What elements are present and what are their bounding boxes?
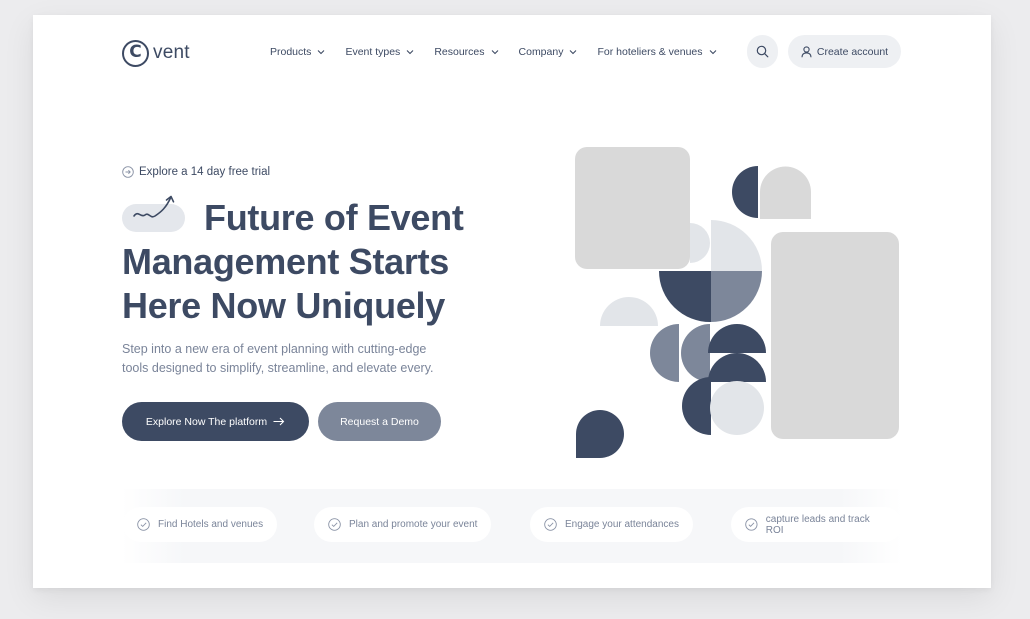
nav-item-label: Event types	[345, 46, 401, 58]
pale-half-dome	[600, 297, 658, 326]
trend-squiggle-badge	[122, 195, 185, 232]
free-trial-label: Explore a 14 day free trial	[139, 166, 271, 178]
search-button[interactable]	[747, 35, 778, 68]
hero-title-line-2: Management Starts	[122, 241, 449, 282]
feature-label: Engage your attendances	[565, 519, 679, 530]
navy-half-circle-bottom	[682, 377, 711, 435]
feature-pill-leads-roi[interactable]: capture leads and track ROI	[731, 507, 902, 542]
brand-logo[interactable]: C vent	[122, 39, 190, 67]
nav-item-label: Company	[518, 46, 564, 58]
pale-quarter-circle	[711, 220, 762, 271]
slate-half-circle-left	[650, 324, 679, 382]
nav-item-label: Products	[270, 46, 312, 58]
create-account-label: Create account	[816, 45, 889, 58]
create-account-button[interactable]: Create account	[788, 35, 901, 68]
check-circle-icon	[328, 518, 341, 531]
chevron-down-icon	[709, 50, 716, 55]
free-trial-link[interactable]: Explore a 14 day free trial	[122, 166, 270, 178]
hero-title: Future of Event Management Starts Here N…	[122, 195, 522, 328]
nav-item-label: Resources	[434, 46, 485, 58]
request-demo-label: Request a Demo	[340, 415, 419, 428]
slate-half-circle-right	[681, 324, 710, 382]
feature-label: Plan and promote your event	[349, 519, 478, 530]
features-strip: Find Hotels and venues Plan and promote …	[122, 489, 902, 563]
navy-quarter-circle	[659, 271, 711, 323]
user-icon	[801, 45, 812, 57]
hero-title-line-1: Future of Event	[122, 195, 522, 240]
feature-pill-engage[interactable]: Engage your attendances	[530, 507, 693, 542]
brand-name: vent	[153, 42, 190, 63]
hero-title-line-3: Here Now Uniquely	[122, 285, 445, 326]
arrow-circle-icon	[122, 166, 134, 178]
arrow-right-icon	[273, 417, 285, 426]
feature-pill-plan-promote[interactable]: Plan and promote your event	[314, 507, 492, 542]
gray-arch-top	[760, 166, 811, 219]
logo-mark: C	[122, 39, 149, 67]
search-icon	[756, 45, 769, 58]
nav-item-label: For hoteliers & venues	[597, 46, 703, 58]
logo-mark-letter: C	[129, 42, 142, 62]
chevron-down-icon	[570, 50, 577, 55]
feature-label: capture leads and track ROI	[765, 513, 870, 536]
check-circle-icon	[745, 518, 758, 531]
nav-item-event-types[interactable]: Event types	[345, 46, 414, 58]
trend-arrow-icon	[133, 195, 175, 218]
chevron-down-icon	[318, 50, 325, 55]
gray-rounded-block-top	[575, 147, 690, 269]
feature-pill-hotels[interactable]: Find Hotels and venues	[123, 507, 278, 542]
hero-title-text-1: Future of Event	[204, 197, 464, 238]
navy-dome-lower	[708, 353, 766, 382]
chevron-down-icon	[491, 50, 498, 55]
main-nav: Products Event types Resources Company F…	[270, 46, 737, 58]
check-circle-icon	[137, 518, 150, 531]
nav-item-products[interactable]: Products	[270, 46, 325, 58]
slate-quarter-circle	[711, 271, 762, 322]
navy-teardrop	[576, 410, 624, 458]
request-demo-button[interactable]: Request a Demo	[318, 402, 441, 441]
explore-platform-label: Explore Now The platform	[145, 415, 268, 428]
nav-item-hoteliers-venues[interactable]: For hoteliers & venues	[597, 46, 716, 58]
explore-platform-button[interactable]: Explore Now The platform	[122, 402, 309, 441]
chevron-down-icon	[406, 50, 414, 55]
pale-circle	[710, 381, 764, 435]
pale-half-disc-small	[690, 223, 710, 263]
nav-item-company[interactable]: Company	[519, 46, 578, 58]
check-circle-icon	[544, 518, 557, 531]
nav-item-resources[interactable]: Resources	[434, 46, 498, 58]
page-card: C vent Products Event types Resources Co…	[33, 15, 991, 588]
feature-label: Find Hotels and venues	[158, 519, 264, 530]
hero-subtitle: Step into a new era of event planning wi…	[122, 342, 434, 375]
gray-rounded-block-tall	[771, 232, 899, 439]
navy-dome-upper	[708, 324, 766, 353]
navy-half-circle-top	[732, 166, 758, 218]
